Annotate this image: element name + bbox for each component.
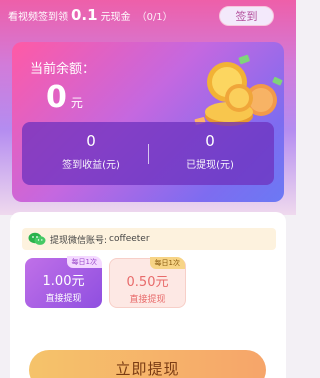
stats-panel: 0 签到收益(元) 0 已提现(元) bbox=[22, 122, 274, 185]
balance-amount: 0 元 bbox=[46, 80, 83, 115]
stat-divider bbox=[148, 144, 149, 164]
promo-suffix: 元现金 bbox=[100, 12, 131, 23]
stat-signin-income: 0 签到收益(元) bbox=[36, 132, 146, 171]
stat-value: 0 bbox=[205, 132, 215, 150]
option-tag: 每日1次 bbox=[149, 257, 185, 269]
option-amount: 1.00元 bbox=[42, 274, 85, 289]
withdraw-option-1[interactable]: 每日1次 1.00元 直接提现 bbox=[25, 256, 102, 308]
withdraw-panel: 提现微信账号: coffeeter 每日1次 1.00元 直接提现 每日1次 0… bbox=[10, 212, 286, 378]
wechat-icon bbox=[28, 232, 46, 245]
withdraw-now-button[interactable]: 立即提现 bbox=[29, 350, 266, 378]
promo-progress: （0/1） bbox=[136, 12, 173, 23]
withdraw-account-row[interactable]: 提现微信账号: coffeeter bbox=[22, 228, 276, 250]
account-name: coffeeter bbox=[109, 234, 150, 244]
promo-amount: 0.1 bbox=[71, 6, 98, 24]
balance-value: 0 bbox=[46, 80, 67, 115]
option-tag: 每日1次 bbox=[66, 256, 102, 268]
balance-unit: 元 bbox=[70, 96, 83, 110]
coins-illustration bbox=[194, 54, 283, 126]
signin-promo-text: 看视频签到领 0.1 元现金 （0/1） bbox=[8, 6, 173, 26]
option-amount: 0.50元 bbox=[126, 275, 169, 290]
stat-label: 签到收益(元) bbox=[62, 160, 120, 171]
option-subtitle: 直接提现 bbox=[129, 295, 166, 305]
balance-label: 当前余额： bbox=[30, 62, 96, 77]
stat-withdrawn: 0 已提现(元) bbox=[155, 132, 265, 171]
stat-value: 0 bbox=[86, 132, 96, 150]
account-label: 提现微信账号: bbox=[50, 235, 108, 246]
balance-card: 当前余额： 0 元 0 签到收益(元) 0 已提现(元) bbox=[12, 42, 284, 202]
withdraw-option-2[interactable]: 每日1次 0.50元 直接提现 bbox=[109, 257, 186, 308]
option-subtitle: 直接提现 bbox=[45, 294, 82, 304]
signin-button[interactable]: 签到 bbox=[219, 6, 274, 26]
signin-banner: 看视频签到领 0.1 元现金 （0/1） 签到 bbox=[0, 0, 296, 32]
promo-prefix: 看视频签到领 bbox=[8, 12, 68, 23]
stat-label: 已提现(元) bbox=[186, 160, 234, 171]
